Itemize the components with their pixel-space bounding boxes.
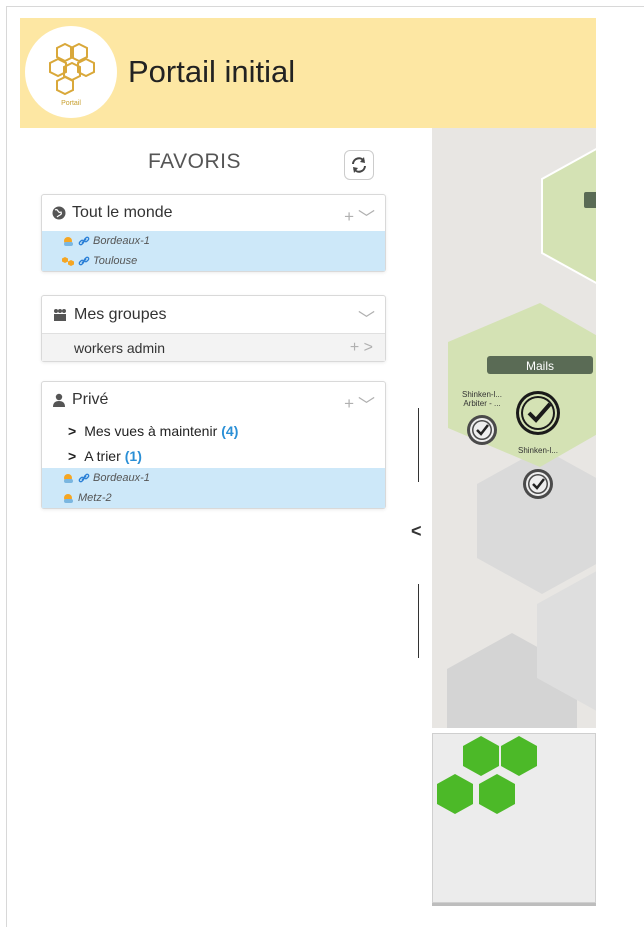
minimap[interactable]: [432, 733, 596, 903]
status-ok-icon: [467, 415, 497, 445]
tile-icon: [62, 255, 75, 268]
page-title: Portail initial: [128, 54, 296, 89]
group-item-workers-admin[interactable]: workers admin + >: [42, 333, 385, 361]
group-badge-mails[interactable]: Mails: [487, 359, 593, 373]
folder-count: (4): [221, 422, 239, 439]
node-label[interactable]: Shinken-l... Arbiter - ...: [450, 390, 514, 408]
favorites-sidebar: FAVORIS Tout le monde + ﹀ Bordeaux-1 Tou…: [20, 128, 432, 913]
chevron-right-icon: >: [68, 422, 77, 439]
favorite-item-metz[interactable]: Metz-2: [42, 488, 385, 508]
folder-mes-vues[interactable]: > Mes vues à maintenir (4): [42, 418, 385, 443]
user-icon: [52, 393, 66, 407]
add-button[interactable]: +: [350, 339, 359, 356]
globe-icon: [52, 206, 66, 220]
link-icon: [78, 472, 90, 484]
panel-groups-header[interactable]: Mes groupes ﹀: [42, 296, 385, 333]
status-ok-icon: [523, 469, 553, 499]
refresh-icon: [352, 157, 366, 173]
map-canvas: [447, 147, 596, 728]
link-icon: [78, 255, 90, 267]
folder-label: A trier: [84, 447, 121, 464]
chevron-down-icon[interactable]: ﹀: [358, 204, 375, 229]
chevron-right-icon: >: [68, 447, 77, 464]
refresh-button[interactable]: [344, 150, 374, 180]
link-icon: [78, 235, 90, 247]
panel-everyone: Tout le monde + ﹀ Bordeaux-1 Toulouse: [41, 194, 386, 272]
logo-label: Portail: [61, 100, 81, 107]
favorite-item-label: Metz-2: [78, 492, 112, 504]
group-icon: [52, 308, 68, 322]
logo[interactable]: Portail: [25, 26, 117, 118]
panel-everyone-label: Tout le monde: [72, 204, 173, 221]
weather-icon: [62, 472, 75, 485]
panel-groups: Mes groupes ﹀ workers admin + >: [41, 295, 386, 362]
panel-private: Privé + ﹀ > Mes vues à maintenir (4) > A…: [41, 381, 386, 509]
favorite-item-toulouse[interactable]: Toulouse: [42, 251, 385, 271]
favorite-item-bordeaux[interactable]: Bordeaux-1: [42, 231, 385, 251]
panel-private-header[interactable]: Privé + ﹀: [42, 382, 385, 418]
minimap-scrollbar[interactable]: [432, 903, 596, 906]
chevron-down-icon[interactable]: ﹀: [358, 391, 375, 416]
splitter-line: [418, 408, 419, 482]
favorite-item-label: Bordeaux-1: [93, 235, 150, 247]
splitter-line: [418, 584, 419, 658]
collapse-sidebar-button[interactable]: <: [411, 521, 422, 542]
node-label[interactable]: Shinken-l...: [506, 446, 570, 455]
chevron-right-icon[interactable]: >: [364, 339, 373, 356]
minimap-hexagons: [437, 736, 537, 814]
weather-icon: [62, 492, 75, 505]
hexagon-map[interactable]: Mails Shinken-l... Arbiter - ... Shinken…: [432, 128, 596, 728]
weather-icon: [62, 235, 75, 248]
favorite-item-label: Bordeaux-1: [93, 472, 150, 484]
favorite-item-label: Toulouse: [93, 255, 138, 267]
folder-a-trier[interactable]: > A trier (1): [42, 443, 385, 468]
folder-label: Mes vues à maintenir: [84, 422, 218, 439]
panel-groups-label: Mes groupes: [74, 305, 167, 323]
add-button[interactable]: +: [344, 207, 354, 227]
status-ok-icon: [516, 391, 560, 435]
add-button[interactable]: +: [344, 394, 354, 414]
folder-count: (1): [124, 447, 142, 464]
header-bar: Portail Portail initial: [20, 18, 596, 128]
panel-private-label: Privé: [72, 391, 109, 408]
favorite-item-bordeaux-private[interactable]: Bordeaux-1: [42, 468, 385, 488]
group-item-label: workers admin: [74, 339, 166, 356]
chevron-down-icon[interactable]: ﹀: [358, 305, 375, 330]
panel-everyone-header[interactable]: Tout le monde + ﹀: [42, 195, 385, 231]
favorites-title: FAVORIS: [148, 150, 241, 173]
